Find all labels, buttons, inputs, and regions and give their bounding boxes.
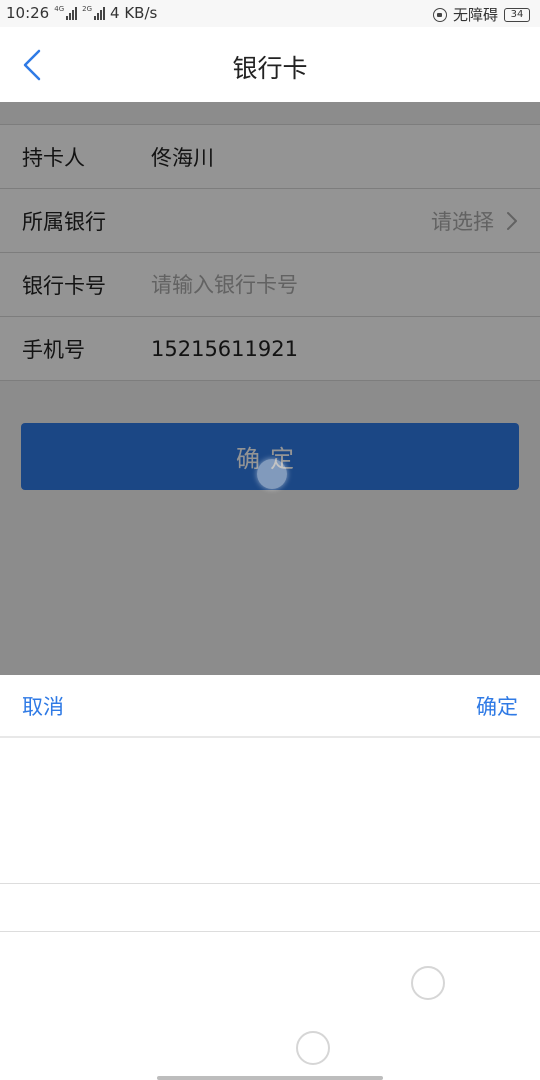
- battery-icon: 34: [504, 7, 530, 22]
- touch-indicator-ring: [411, 966, 445, 1000]
- signal-icon-2: 2G: [82, 5, 106, 20]
- status-right: 无障碍 34: [432, 4, 530, 25]
- status-left: 10:26 4G 2G 4 KB/s: [6, 4, 157, 22]
- lock-icon: [432, 7, 447, 22]
- status-bar: 10:26 4G 2G 4 KB/s 无障碍 34: [0, 0, 540, 27]
- dim-overlay[interactable]: [0, 102, 540, 675]
- picker-selection-line-top: [0, 883, 540, 884]
- network-speed: 4 KB/s: [110, 4, 158, 22]
- touch-indicator-ring: [296, 1031, 330, 1065]
- network-type-1: 4G: [54, 5, 65, 13]
- accessibility-label: 无障碍: [452, 6, 498, 24]
- picker-selection-line-bottom: [0, 931, 540, 932]
- picker-confirm-button[interactable]: 确定: [476, 691, 518, 721]
- picker-cancel-button[interactable]: 取消: [22, 691, 64, 721]
- signal-icon-1: 4G: [54, 5, 78, 20]
- home-indicator[interactable]: [157, 1076, 383, 1080]
- status-time: 10:26: [6, 4, 50, 22]
- nav-bar: 银行卡: [0, 27, 540, 102]
- network-type-2: 2G: [82, 5, 93, 13]
- screen: 10:26 4G 2G 4 KB/s 无障碍 34 银行卡 持卡人 佟海川 所属…: [0, 0, 540, 1080]
- page-title: 银行卡: [232, 54, 308, 83]
- touch-indicator: [257, 459, 287, 489]
- picker-sheet: 取消 确定: [0, 675, 540, 1080]
- picker-toolbar: 取消 确定: [0, 675, 540, 738]
